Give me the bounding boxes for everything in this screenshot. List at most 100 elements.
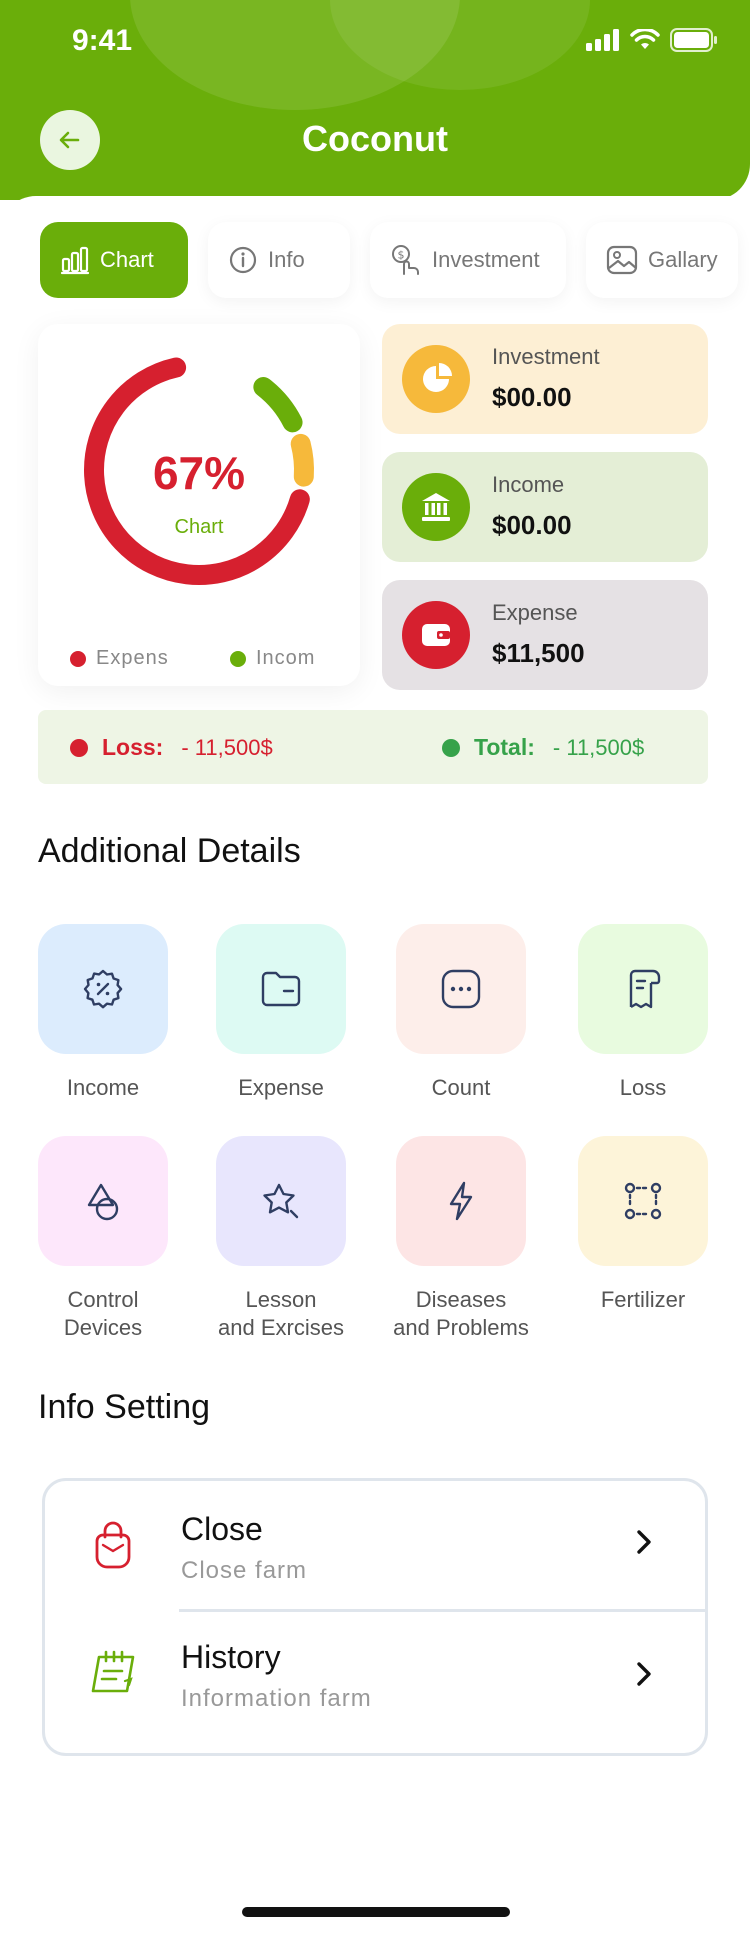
calendar-note-icon [91, 1650, 135, 1693]
tab-investment-label: Investment [432, 247, 540, 272]
detail-expense[interactable]: Expense [216, 924, 346, 1102]
stat-expense-value: $11,500 [492, 638, 585, 668]
stat-income[interactable]: Income $00.00 [382, 452, 708, 562]
tab-info-label: Info [268, 247, 305, 272]
detail-control-devices-label: Control Devices [63, 1287, 143, 1340]
detail-income-label: Income [66, 1075, 140, 1100]
receipt-icon [629, 969, 661, 1009]
legend-income-dot [230, 650, 246, 667]
setting-history-subtitle: Information farm [181, 1685, 372, 1712]
status-icons [586, 28, 718, 52]
discount-badge-icon [83, 969, 123, 1009]
stat-income-label: Income [492, 472, 565, 497]
wifi-icon [630, 29, 660, 49]
detail-income[interactable]: Income [38, 924, 168, 1102]
signal-icon [586, 29, 619, 51]
stat-investment-label: Investment [492, 344, 600, 369]
home-indicator [242, 1907, 510, 1917]
detail-income-tile [38, 924, 168, 1054]
total-label: Total: [474, 734, 535, 760]
legend-expense-dot [70, 650, 86, 667]
tab-bar: Chart Info $ Investment Gallary [40, 222, 738, 298]
detail-expense-label: Expense [238, 1075, 324, 1100]
tab-investment[interactable]: $ Investment [370, 222, 566, 298]
loss-label: Loss: [102, 734, 164, 760]
tab-info[interactable]: Info [208, 222, 350, 298]
bag-icon [95, 1521, 131, 1569]
detail-fertilizer[interactable]: Fertilizer [578, 1136, 708, 1314]
loss-dot [70, 738, 88, 757]
chart-label: Chart [174, 516, 224, 538]
total-value: - 11,500$ [552, 734, 645, 760]
total-dot [442, 738, 460, 757]
detail-control-devices-tile [38, 1136, 168, 1266]
detail-lesson-tile [216, 1136, 346, 1266]
chart-percent: 67% [152, 447, 246, 499]
pie-chart-icon [423, 363, 452, 392]
detail-control-devices[interactable]: Control Devices [38, 1136, 168, 1342]
legend-income: Incom [230, 647, 315, 670]
detail-loss-tile [578, 924, 708, 1054]
tab-chart-label: Chart [100, 247, 154, 272]
investment-icon: $ [392, 245, 419, 275]
detail-count-label: Count [431, 1075, 491, 1100]
legend-expense: Expens [70, 647, 169, 670]
additional-details-title: Additional Details [38, 832, 301, 870]
battery-icon [670, 28, 717, 52]
investment-circle [402, 345, 470, 413]
info-setting-title: Info Setting [38, 1388, 211, 1426]
expense-circle [402, 601, 470, 669]
image-icon [606, 245, 638, 275]
donut-chart-card: 67% Chart Expens Incom [38, 324, 360, 686]
detail-lesson-label: Lesson and Exrcises [218, 1287, 344, 1340]
header: 9:41 Coconut [0, 0, 750, 200]
folder-icon [261, 971, 301, 1007]
detail-count-tile [396, 924, 526, 1054]
tab-gallery-label: Gallary [648, 247, 718, 272]
detail-diseases-tile [396, 1136, 526, 1266]
stat-investment[interactable]: Investment $00.00 [382, 324, 708, 434]
tab-chart[interactable]: Chart [40, 222, 188, 298]
detail-expense-tile [216, 924, 346, 1054]
loss-value: - 11,500$ [181, 734, 273, 760]
setting-history-title: History [181, 1639, 281, 1675]
income-circle [402, 473, 470, 541]
stat-expense[interactable]: Expense $11,500 [382, 580, 708, 690]
info-icon [229, 246, 257, 274]
status-time: 9:41 [72, 24, 133, 57]
detail-loss[interactable]: Loss [578, 924, 708, 1102]
setting-close-title: Close [181, 1511, 263, 1547]
detail-diseases[interactable]: Diseases and Problems [393, 1136, 529, 1342]
svg-text:$: $ [398, 249, 405, 262]
flash-icon [449, 1181, 473, 1221]
bank-icon [422, 493, 450, 521]
page-title: Coconut [302, 118, 448, 159]
setting-close-row[interactable]: Close Close farm [45, 1481, 705, 1605]
detail-loss-label: Loss [619, 1075, 667, 1100]
stat-investment-value: $00.00 [492, 382, 572, 412]
chevron-right-icon [637, 1530, 651, 1554]
bar-chart-icon [60, 246, 90, 275]
total-summary: Total: - 11,500$ [442, 734, 644, 761]
setting-history-row[interactable]: History Information farm [45, 1609, 705, 1733]
detail-diseases-label: Diseases and Problems [393, 1287, 529, 1340]
stat-expense-label: Expense [492, 600, 578, 625]
legend-income-label: Incom [256, 647, 316, 669]
chevron-right-icon [637, 1662, 651, 1686]
shapes-icon [87, 1183, 119, 1221]
nodes-icon [624, 1182, 662, 1220]
detail-fertilizer-tile [578, 1136, 708, 1266]
donut-segment-income [253, 377, 303, 433]
star-cursor-icon [263, 1183, 299, 1219]
loss-summary: Loss: - 11,500$ [70, 734, 273, 761]
wallet-icon [422, 624, 450, 646]
tab-gallery[interactable]: Gallary [586, 222, 738, 298]
summary-bar: Loss: - 11,500$ Total: - 11,500$ [38, 710, 708, 784]
dots-square-icon [441, 969, 481, 1009]
settings-card: Close Close farm History Information far… [42, 1478, 708, 1756]
detail-lesson[interactable]: Lesson and Exrcises [216, 1136, 346, 1342]
detail-count[interactable]: Count [396, 924, 526, 1102]
setting-close-subtitle: Close farm [181, 1557, 308, 1584]
legend-expense-label: Expens [96, 647, 169, 669]
stat-income-value: $00.00 [492, 510, 572, 540]
